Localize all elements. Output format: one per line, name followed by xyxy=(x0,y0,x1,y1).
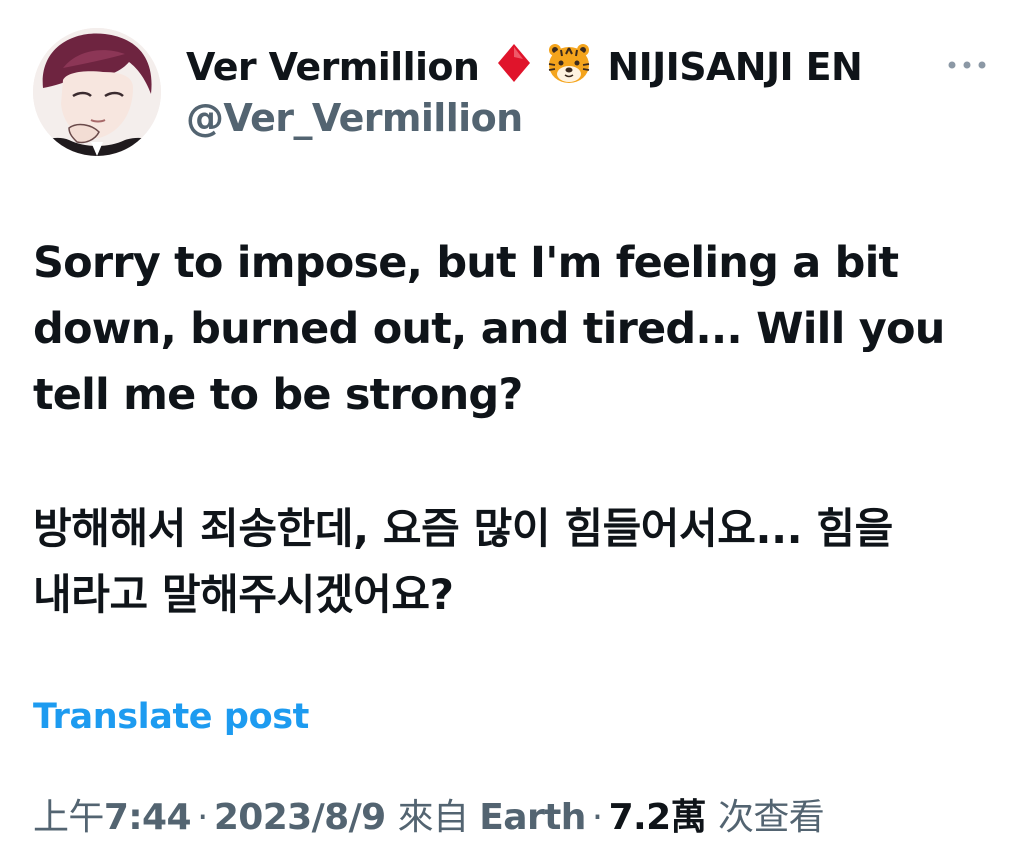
time-prefix: 上午 xyxy=(33,797,104,838)
display-name[interactable]: Ver Vermillion NIJISANJI EN xyxy=(186,40,863,94)
post-text-line: Sorry to impose, but I'm feeling a bit xyxy=(33,238,899,288)
views-label: 次查看 xyxy=(717,797,825,838)
display-name-text: Ver Vermillion xyxy=(186,45,480,89)
avatar-portrait-icon xyxy=(33,28,161,156)
post-metadata: 上午7:44 · 2023/8/9 來自 Earth · 7.2萬 次查看 xyxy=(33,788,825,840)
post-text-line: 내라고 말해주시겠어요? xyxy=(33,570,454,619)
timestamp[interactable]: 上午7:44 xyxy=(33,788,192,840)
date[interactable]: 2023/8/9 xyxy=(214,797,386,838)
post-text-line: tell me to be strong? xyxy=(33,370,523,420)
time: 7:44 xyxy=(103,797,192,838)
source-link[interactable]: 來自 Earth xyxy=(397,788,587,840)
post-text-line: 방해해서 죄송한데, 요즘 많이 힘들어서요... 힘을 xyxy=(33,504,893,553)
separator: · xyxy=(591,797,603,838)
user-handle[interactable]: @Ver_Vermillion xyxy=(186,96,523,140)
avatar[interactable] xyxy=(33,28,161,156)
translate-post-link[interactable]: Translate post xyxy=(33,697,309,737)
post-text-english: Sorry to impose, but I'm feeling a bit d… xyxy=(33,230,983,428)
tweet: Ver Vermillion NIJISANJI EN @Ver_Vermill… xyxy=(0,0,1024,864)
post-text-line: down, burned out, and tired... Will you xyxy=(33,304,945,354)
more-options-button[interactable] xyxy=(944,52,990,78)
tiger-face-icon xyxy=(547,42,591,93)
source-prefix: 來自 xyxy=(397,797,469,838)
source: Earth xyxy=(479,797,586,838)
views-count[interactable]: 7.2萬 xyxy=(609,788,707,840)
red-diamond-icon xyxy=(497,43,531,92)
post-text-korean: 방해해서 죄송한데, 요즘 많이 힘들어서요... 힘을 내라고 말해주시겠어요… xyxy=(33,496,993,628)
display-name-affiliation: NIJISANJI EN xyxy=(607,45,863,89)
more-options-icon xyxy=(948,61,986,69)
separator: · xyxy=(196,797,208,838)
